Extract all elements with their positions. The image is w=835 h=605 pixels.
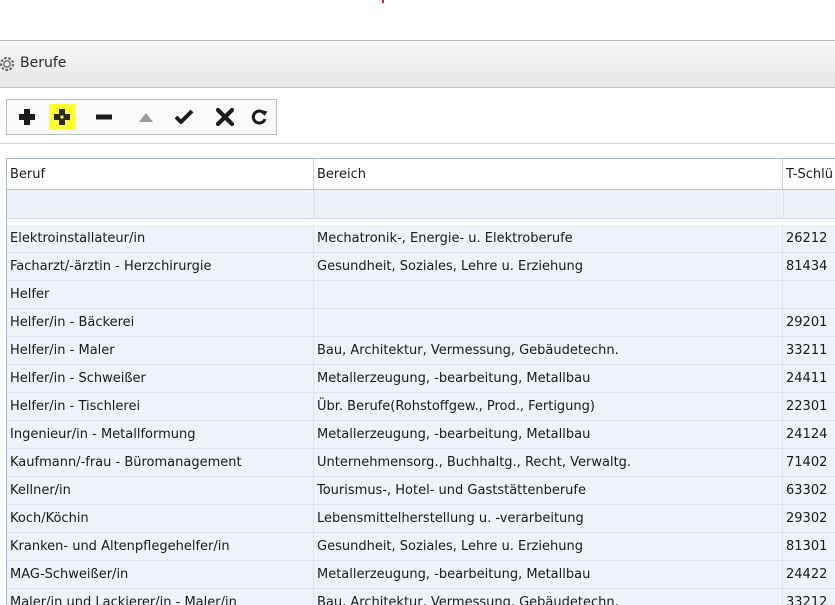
triangle-up-icon	[139, 113, 153, 122]
cell-t-schluessel: 63302	[786, 483, 828, 498]
cell-bereich: Übr. Berufe(Rohstoffgew., Prod., Fertigu…	[314, 393, 783, 420]
confirm-button[interactable]	[171, 104, 197, 130]
cell-bereich: Mechatronik-, Energie- u. Elektroberufe	[314, 225, 783, 252]
cell-t-schluessel: 24124	[786, 427, 828, 442]
add-button[interactable]	[14, 104, 40, 130]
minus-icon	[96, 114, 112, 120]
cell-t-schluessel: 81434	[786, 259, 828, 274]
cell-beruf: Helfer/in - Maler	[7, 337, 314, 364]
cell-beruf: Koch/Köchin	[7, 505, 314, 532]
check-icon	[174, 109, 194, 124]
cell-t-schluessel: 71402	[786, 455, 828, 470]
table-row[interactable]: Maler/in und Lackierer/in - Maler/in Bau,…	[7, 589, 835, 605]
table-row[interactable]: Kellner/in Tourismus-, Hotel- und Gaststä…	[7, 477, 835, 505]
cell-beruf: Elektroinstallateur/in	[7, 225, 314, 252]
table-row[interactable]: MAG-Schweißer/in Metallerzeugung, -bearbe…	[7, 561, 835, 589]
toolbar-divider	[0, 143, 835, 144]
cell-beruf: Helfer/in - Tischlerei	[7, 393, 314, 420]
cell-bereich: Gesundheit, Soziales, Lehre u. Erziehung	[314, 253, 783, 280]
cell-bereich: Metallerzeugung, -bearbeitung, Metallbau	[314, 561, 783, 588]
cell-t-schluessel: 33211	[786, 343, 828, 358]
cell-bereich: Bau, Architektur, Vermessung, Gebäudetec…	[314, 589, 783, 605]
move-up-button[interactable]	[133, 104, 159, 130]
column-separator	[783, 190, 784, 218]
cell-t-schluessel: 81301	[786, 539, 828, 554]
cell-beruf: Maler/in und Lackierer/in - Maler/in	[7, 589, 314, 605]
cell-t-schluessel: 24411	[786, 371, 828, 386]
table-row[interactable]: Koch/Köchin Lebensmittelherstellung u. -v…	[7, 505, 835, 533]
cell-t-schluessel: 29201	[786, 315, 828, 330]
table-row[interactable]: Helfer/in - Bäckerei 29201	[7, 309, 835, 337]
plus-icon	[54, 109, 70, 125]
cell-bereich: Unternehmensorg., Buchhaltg., Recht, Ver…	[314, 449, 783, 476]
cell-beruf: Helfer	[7, 281, 314, 308]
cell-bereich: Tourismus-, Hotel- und Gaststättenberufe	[314, 477, 783, 504]
berufe-grid: Beruf Bereich T-Schlü Elektroinstallateu…	[6, 158, 835, 605]
table-row[interactable]: Helfer/in - Schweißer Metallerzeugung, -b…	[7, 365, 835, 393]
cell-beruf: Facharzt/-ärztin - Herzchirurgie	[7, 253, 314, 280]
cell-beruf: Helfer/in - Bäckerei	[7, 309, 314, 336]
cell-beruf: Helfer/in - Schweißer	[7, 365, 314, 392]
table-row[interactable]: Elektroinstallateur/in Mechatronik-, Ener…	[7, 225, 835, 253]
column-header-bereich[interactable]: Bereich	[314, 159, 783, 189]
cell-beruf: Ingenieur/in - Metallformung	[7, 421, 314, 448]
column-header-beruf[interactable]: Beruf	[7, 159, 314, 189]
column-header-t-schluessel[interactable]: T-Schlü	[783, 159, 835, 189]
grid-filter-row[interactable]	[7, 190, 835, 219]
table-row[interactable]: Helfer/in - Tischlerei Übr. Berufe(Rohsto…	[7, 393, 835, 421]
plus-icon	[19, 109, 35, 125]
cell-beruf: Kranken- und Altenpflegehelfer/in	[7, 533, 314, 560]
cell-t-schluessel	[783, 281, 835, 308]
remove-button[interactable]	[91, 104, 117, 130]
red-marker-dot	[382, 0, 384, 3]
cancel-button[interactable]	[212, 104, 238, 130]
cell-t-schluessel: 24422	[786, 567, 828, 582]
table-row[interactable]: Facharzt/-ärztin - Herzchirurgie Gesundhe…	[7, 253, 835, 281]
refresh-icon	[251, 109, 268, 125]
cell-bereich: Metallerzeugung, -bearbeitung, Metallbau	[314, 421, 783, 448]
cell-bereich: Metallerzeugung, -bearbeitung, Metallbau	[314, 365, 783, 392]
table-row[interactable]: Kranken- und Altenpflegehelfer/in Gesundh…	[7, 533, 835, 561]
window-titlebar: Berufe	[0, 40, 835, 88]
cell-beruf: MAG-Schweißer/in	[7, 561, 314, 588]
cell-beruf: Kellner/in	[7, 477, 314, 504]
cell-bereich: Gesundheit, Soziales, Lehre u. Erziehung	[314, 533, 783, 560]
table-row[interactable]: Helfer/in - Maler Bau, Architektur, Verme…	[7, 337, 835, 365]
column-separator	[314, 190, 315, 218]
grid-header: Beruf Bereich T-Schlü	[7, 159, 835, 190]
window-title: Berufe	[20, 55, 67, 71]
table-row[interactable]: Helfer	[7, 281, 835, 309]
x-icon	[215, 107, 235, 127]
cell-t-schluessel: 22301	[786, 399, 828, 414]
cell-t-schluessel: 33212	[786, 595, 828, 605]
cell-bereich: Lebensmittelherstellung u. -verarbeitung	[314, 505, 783, 532]
add-copy-button[interactable]	[49, 104, 75, 130]
cell-beruf: Kaufmann/-frau - Büromanagement	[7, 449, 314, 476]
refresh-button[interactable]	[246, 104, 272, 130]
cell-bereich	[314, 309, 783, 336]
cell-bereich	[314, 281, 783, 308]
toolbar	[6, 99, 277, 135]
gear-icon	[0, 56, 15, 72]
table-row[interactable]: Kaufmann/-frau - Büromanagement Unternehm…	[7, 449, 835, 477]
table-row[interactable]: Ingenieur/in - Metallformung Metallerzeug…	[7, 421, 835, 449]
cell-t-schluessel: 29302	[786, 511, 828, 526]
cell-t-schluessel: 26212	[786, 231, 828, 246]
cell-bereich: Bau, Architektur, Vermessung, Gebäudetec…	[314, 337, 783, 364]
